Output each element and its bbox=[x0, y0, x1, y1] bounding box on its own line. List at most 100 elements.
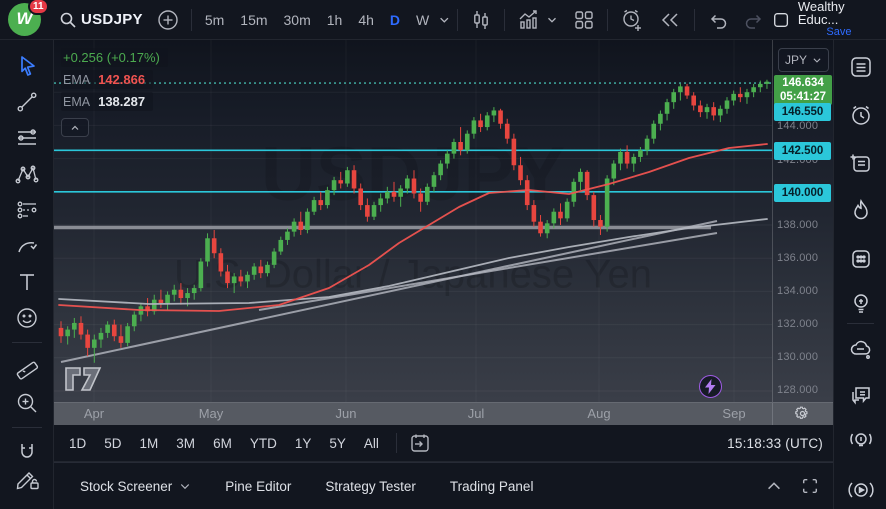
range-all[interactable]: All bbox=[355, 432, 388, 455]
layout-controls: Wealthy Educ... Save bbox=[772, 0, 886, 39]
tradingview-watermark-logo[interactable] bbox=[64, 364, 106, 394]
range-3m[interactable]: 3M bbox=[167, 432, 204, 455]
indicators-button[interactable] bbox=[510, 5, 566, 35]
timeframe-5m[interactable]: 5m bbox=[197, 12, 232, 28]
currency-label: JPY bbox=[784, 53, 807, 67]
live-streams-button[interactable] bbox=[846, 475, 876, 505]
emoji-tool-button[interactable] bbox=[8, 300, 46, 336]
toolbar-divider bbox=[456, 8, 458, 31]
drawing-toolbar bbox=[0, 40, 54, 509]
trend-line-tool-button[interactable] bbox=[8, 84, 46, 120]
streams-button[interactable] bbox=[846, 425, 876, 455]
minds-button[interactable] bbox=[846, 335, 876, 365]
timeframe-30m[interactable]: 30m bbox=[276, 12, 319, 28]
app-logo[interactable]: W 11 bbox=[0, 0, 52, 40]
toolbar-divider bbox=[11, 427, 42, 428]
currency-unit-button[interactable]: JPY bbox=[778, 48, 829, 72]
lightning-bolt-icon bbox=[705, 379, 716, 394]
compare-add-symbol-button[interactable] bbox=[150, 5, 186, 35]
time-axis-month: Aug bbox=[587, 406, 611, 421]
tradingview-app: W 11 USDJPY 5m 15m 30m 1h 4h D W Wealthy… bbox=[0, 0, 886, 509]
price-tick-label: 134.000 bbox=[777, 285, 819, 297]
expand-panel-chevron-icon[interactable] bbox=[765, 477, 783, 495]
smiley-icon bbox=[16, 308, 37, 328]
timeframe-15m[interactable]: 15m bbox=[232, 12, 275, 28]
chevron-up-icon bbox=[71, 125, 79, 130]
layout-name-text: Wealthy Educ... bbox=[797, 0, 845, 27]
range-1m[interactable]: 1M bbox=[131, 432, 168, 455]
redo-button[interactable] bbox=[736, 5, 772, 35]
chart-legend: +0.256 (+0.17%) EMA 142.866 EMA 138.287 bbox=[61, 48, 168, 137]
range-divider bbox=[395, 433, 397, 453]
agent-lightning-button[interactable] bbox=[699, 375, 722, 398]
trading-panel-tab[interactable]: Trading Panel bbox=[438, 473, 546, 500]
main-area: USDJPY U.S. Dollar / Japanese Yen +0.256 … bbox=[0, 40, 886, 509]
chart-pane[interactable]: USDJPY U.S. Dollar / Japanese Yen +0.256 … bbox=[54, 40, 772, 402]
range-1y[interactable]: 1Y bbox=[286, 432, 321, 455]
toolbar-divider bbox=[190, 8, 192, 31]
chevron-down-icon[interactable] bbox=[545, 13, 559, 27]
layout-grid-button[interactable] bbox=[566, 5, 602, 35]
range-1d[interactable]: 1D bbox=[60, 432, 95, 455]
text-icon bbox=[19, 274, 34, 290]
line-price-label: 146.550 bbox=[774, 103, 831, 121]
live-play-icon bbox=[848, 482, 874, 498]
legend-collapse-button[interactable] bbox=[61, 118, 89, 137]
watchlist-button[interactable] bbox=[846, 52, 876, 82]
timeframe-1h[interactable]: 1h bbox=[319, 12, 351, 28]
range-5y[interactable]: 5Y bbox=[320, 432, 355, 455]
bar-replay-button[interactable] bbox=[651, 5, 689, 35]
chart-settings-gear-icon[interactable] bbox=[794, 405, 811, 425]
create-alert-button[interactable] bbox=[613, 5, 651, 35]
toolbar-divider bbox=[503, 8, 505, 31]
range-ytd[interactable]: YTD bbox=[241, 432, 286, 455]
price-tick-label: 144.000 bbox=[777, 120, 819, 132]
ideas-button[interactable] bbox=[846, 288, 876, 318]
notes-button[interactable] bbox=[846, 148, 876, 178]
brush-icon bbox=[17, 242, 37, 253]
fib-retracement-tool-button[interactable] bbox=[8, 120, 46, 156]
measure-tool-button[interactable] bbox=[8, 349, 46, 385]
drawing-lock-button[interactable] bbox=[8, 461, 46, 497]
fullscreen-icon[interactable] bbox=[801, 477, 819, 495]
search-icon bbox=[60, 12, 76, 28]
undo-button[interactable] bbox=[700, 5, 736, 35]
timeframe-4h[interactable]: 4h bbox=[350, 12, 382, 28]
alerts-button[interactable] bbox=[846, 100, 876, 130]
layout-name-button[interactable]: Wealthy Educ... Save bbox=[798, 0, 880, 39]
go-to-date-button[interactable] bbox=[405, 428, 435, 458]
last-price: 146.634 bbox=[782, 77, 824, 89]
brush-tool-button[interactable] bbox=[8, 228, 46, 264]
chart-style-button[interactable] bbox=[463, 5, 499, 35]
price-tick-label: 138.000 bbox=[777, 219, 819, 231]
ema-legend-row[interactable]: EMA 138.287 bbox=[61, 92, 154, 111]
pine-editor-label: Pine Editor bbox=[225, 478, 292, 494]
timeframe-D[interactable]: D bbox=[382, 12, 408, 28]
ema-legend-row[interactable]: EMA 142.866 bbox=[61, 70, 154, 89]
toolbar-divider bbox=[693, 8, 695, 31]
calendar-button[interactable] bbox=[846, 244, 876, 274]
hotlists-button[interactable] bbox=[846, 196, 876, 226]
prediction-tool-button[interactable] bbox=[8, 192, 46, 228]
cursor-tool-button[interactable] bbox=[8, 48, 46, 84]
save-link[interactable]: Save bbox=[826, 26, 851, 39]
price-axis[interactable]: JPY 146.634 05:41:27 144.000 142.000 138.0… bbox=[772, 40, 833, 402]
chevron-down-icon[interactable] bbox=[437, 12, 452, 28]
range-6m[interactable]: 6M bbox=[204, 432, 241, 455]
strategy-tester-tab[interactable]: Strategy Tester bbox=[313, 473, 428, 500]
stock-screener-tab[interactable]: Stock Screener bbox=[68, 473, 203, 500]
zoom-in-tool-button[interactable] bbox=[8, 385, 46, 421]
symbol-search-button[interactable]: USDJPY bbox=[52, 5, 150, 35]
watchlist-icon bbox=[851, 57, 871, 77]
text-tool-button[interactable] bbox=[8, 264, 46, 300]
chat-button[interactable] bbox=[846, 380, 876, 410]
utc-clock[interactable]: 15:18:33 (UTC) bbox=[727, 436, 823, 451]
pine-editor-tab[interactable]: Pine Editor bbox=[213, 473, 303, 500]
pattern-tool-button[interactable] bbox=[8, 156, 46, 192]
alert-clock-plus-icon bbox=[623, 9, 641, 31]
save-layout-icon[interactable] bbox=[772, 10, 790, 30]
price-change-text: +0.256 (+0.17%) bbox=[63, 50, 160, 65]
range-5d[interactable]: 5D bbox=[95, 432, 130, 455]
time-axis[interactable]: Apr May Jun Jul Aug Sep bbox=[54, 402, 833, 426]
timeframe-W[interactable]: W bbox=[408, 12, 437, 28]
